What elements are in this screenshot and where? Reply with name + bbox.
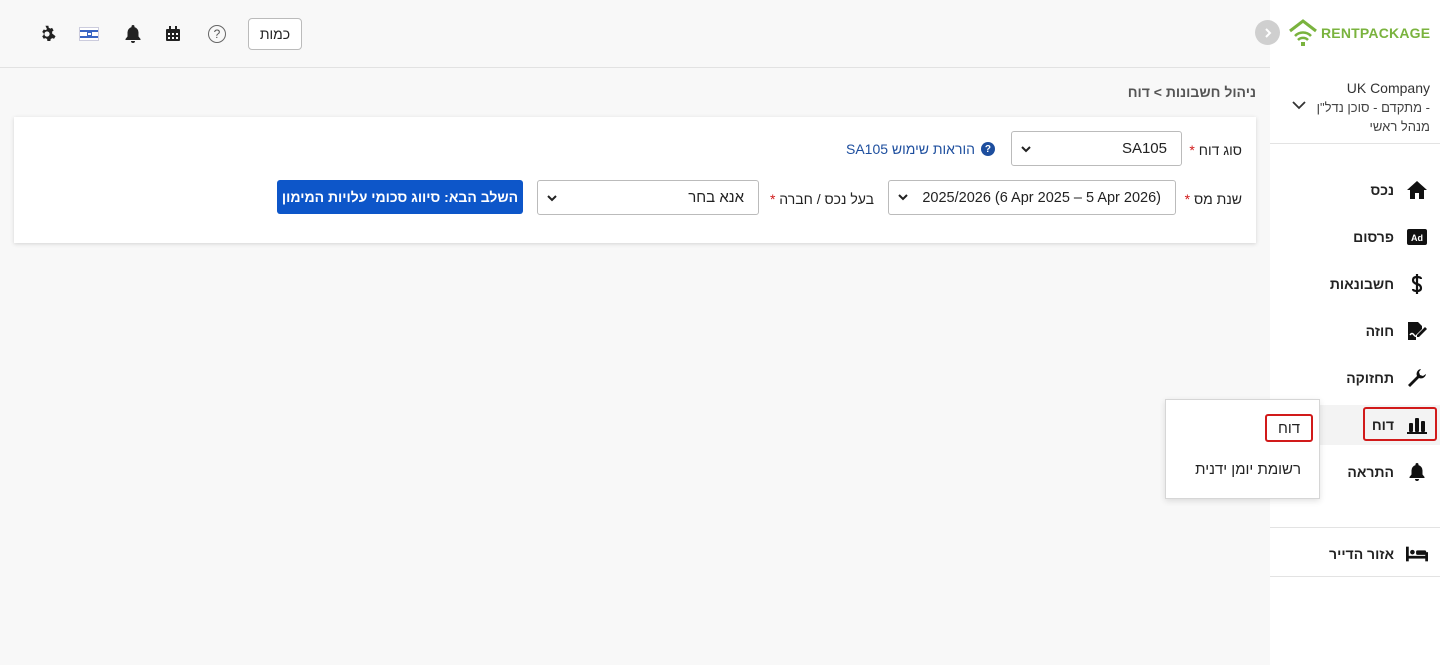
chevron-down-icon: [897, 191, 909, 207]
quantity-button[interactable]: כמות: [248, 18, 302, 50]
company-name: UK Company: [1346, 80, 1430, 96]
help-icon[interactable]: ?: [207, 24, 227, 44]
next-step-button[interactable]: השלב הבא: סיווג סכומי עלויות המימון: [277, 180, 523, 214]
ad-icon: Ad: [1406, 226, 1428, 248]
sidebar-item-property[interactable]: נכס: [1270, 170, 1440, 210]
calendar-icon[interactable]: [163, 24, 183, 44]
divider: [1270, 143, 1440, 144]
chevron-down-icon: [546, 191, 558, 208]
divider: [1270, 576, 1440, 577]
owner-label: בעל נכס / חברה *: [769, 191, 874, 207]
bed-icon: [1406, 543, 1428, 565]
sidebar-item-contract[interactable]: חוזה: [1270, 311, 1440, 351]
sidebar-item-accounting[interactable]: חשבונאות: [1270, 264, 1440, 304]
logo-text-package: PACKAGE: [1359, 25, 1431, 41]
tax-year-select[interactable]: 2025/2026 (6 Apr 2025 – 5 Apr 2026): [888, 180, 1176, 215]
collapse-sidebar-button[interactable]: [1255, 20, 1280, 45]
bell-icon[interactable]: [123, 24, 143, 44]
active-highlight-box: [1363, 407, 1437, 441]
logo-text-rent: RENT: [1321, 25, 1360, 41]
chevron-down-icon[interactable]: [1292, 97, 1306, 115]
company-role: מתקדם - סוכן נדל"ן - מנהל ראשי: [1316, 100, 1430, 134]
divider: [1270, 527, 1440, 528]
sidebar-item-advertising[interactable]: פרסום Ad: [1270, 217, 1440, 257]
chevron-down-icon: [1020, 142, 1032, 159]
home-icon: [1406, 179, 1428, 201]
app-logo[interactable]: RENTPACKAGE: [1288, 18, 1430, 48]
report-submenu: דוח רשומת יומן ידנית: [1165, 399, 1320, 499]
chevron-right-icon: [1264, 27, 1271, 38]
submenu-item-report[interactable]: דוח: [1265, 414, 1313, 442]
gear-icon[interactable]: [37, 24, 57, 44]
tax-year-label: שנת מס *: [1184, 191, 1242, 207]
language-flag-icon[interactable]: [79, 24, 99, 44]
sidebar-item-tenant-area[interactable]: אזור הדייר: [1270, 534, 1440, 574]
wrench-icon: [1406, 367, 1428, 389]
top-bar: ? כמות: [0, 0, 1270, 68]
sidebar: RENTPACKAGE UK Company מתקדם - סוכן נדל"…: [1255, 0, 1440, 665]
submenu-item-manual-journal[interactable]: רשומת יומן ידנית: [1195, 461, 1301, 478]
contract-icon: [1406, 320, 1428, 342]
owner-select[interactable]: אנא בחר: [537, 180, 759, 215]
report-form-card: סוג דוח * SA105 ? הוראות שימוש SA105 שנת…: [14, 117, 1256, 243]
sidebar-item-maintenance[interactable]: תחזוקה: [1270, 358, 1440, 398]
breadcrumb: ניהול חשבונות > דוח: [1127, 84, 1256, 100]
report-type-select[interactable]: SA105: [1011, 131, 1182, 166]
bell-icon: [1406, 461, 1428, 483]
report-type-label: סוג דוח *: [1189, 142, 1242, 158]
question-icon: ?: [980, 142, 995, 156]
logo-house-wifi-icon: [1289, 19, 1317, 46]
usage-instructions-link[interactable]: ? הוראות שימוש SA105: [846, 141, 995, 157]
dollar-icon: [1406, 273, 1428, 295]
svg-text:Ad: Ad: [1411, 233, 1423, 243]
company-selector[interactable]: UK Company מתקדם - סוכן נדל"ן - מנהל ראש…: [1290, 80, 1430, 136]
